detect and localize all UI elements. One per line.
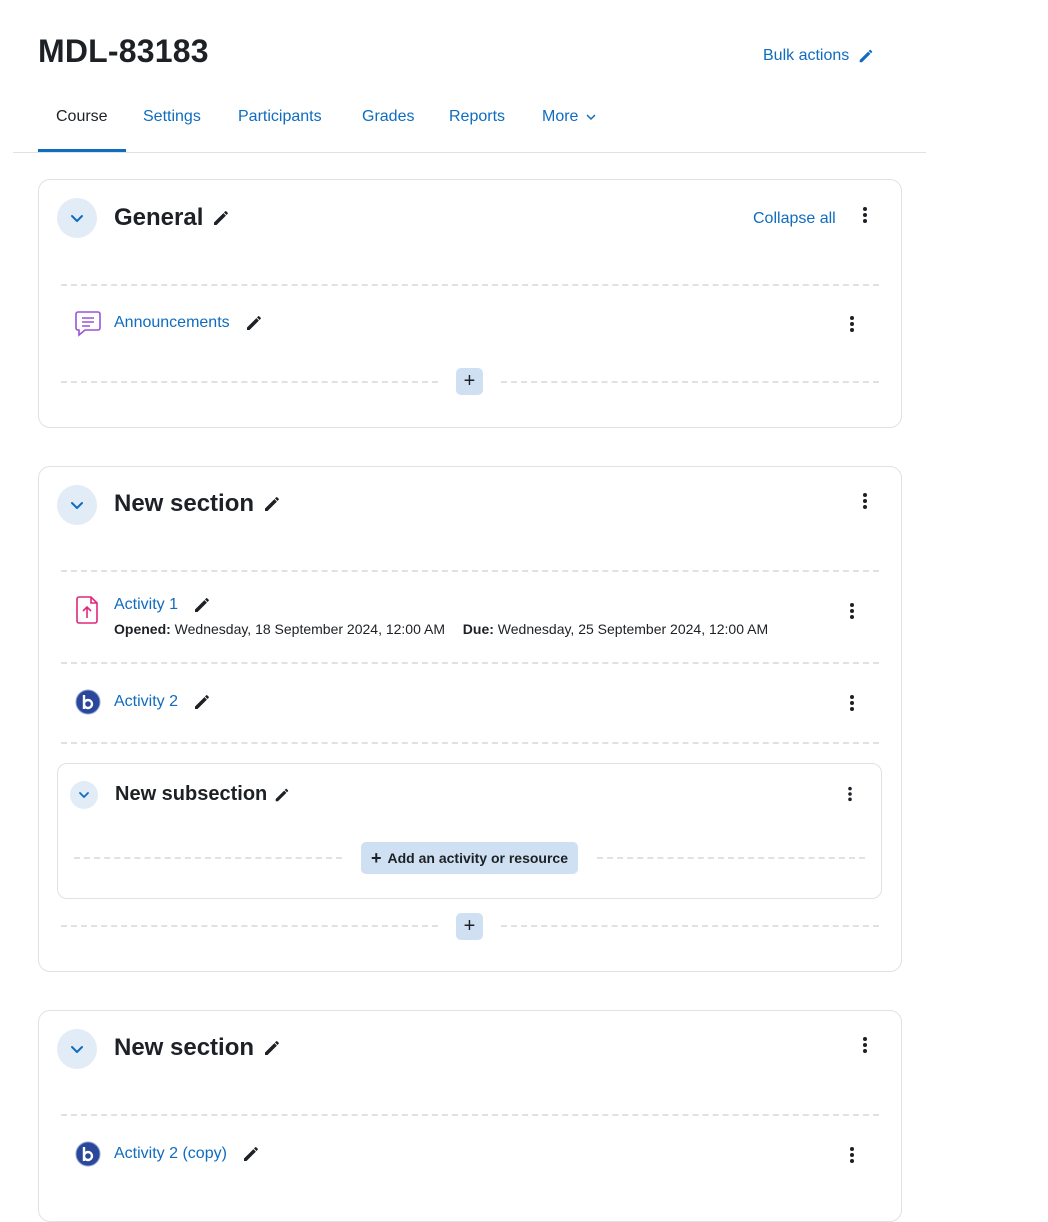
section-menu-button[interactable] — [855, 1033, 875, 1057]
divider — [61, 662, 879, 664]
activity-item: Activity 2 — [39, 685, 901, 721]
section-menu-button[interactable] — [855, 489, 875, 513]
activity-link[interactable]: Activity 2 (copy) — [114, 1144, 261, 1164]
course-secondary-nav: Course Settings Participants Grades Repo… — [13, 96, 926, 153]
section-collapse-button[interactable] — [57, 485, 97, 525]
subsection-collapse-button[interactable] — [70, 781, 98, 809]
course-section-general: General Collapse all Announcements + — [38, 179, 902, 428]
course-section: New section Activity 1 Opened: Wednesday… — [38, 466, 902, 972]
divider — [61, 742, 879, 744]
chevron-down-icon — [79, 792, 89, 798]
tab-grades[interactable]: Grades — [362, 108, 414, 126]
edit-title-icon[interactable] — [262, 494, 282, 514]
tab-course[interactable]: Course — [56, 108, 108, 126]
section-title: New section — [114, 490, 282, 518]
section-menu-button[interactable] — [855, 203, 875, 227]
activity-menu-button[interactable] — [842, 312, 862, 336]
add-activity-button[interactable]: + Add an activity or resource — [361, 842, 578, 874]
edit-activity-icon[interactable] — [192, 595, 212, 615]
kebab-menu-icon — [863, 207, 867, 223]
course-section: New section Activity 2 (copy) — [38, 1010, 902, 1222]
activity-menu-button[interactable] — [842, 599, 862, 623]
bigbluebutton-icon — [74, 1140, 102, 1168]
kebab-menu-icon — [863, 1037, 867, 1053]
opened-date: Wednesday, 18 September 2024, 12:00 AM — [174, 621, 445, 637]
plus-icon: + — [463, 915, 476, 937]
tab-more-label: More — [542, 108, 579, 125]
divider — [501, 925, 879, 927]
due-label: Due: — [462, 621, 494, 637]
activity-link[interactable]: Activity 1 — [114, 595, 212, 615]
subsection-title-text: New subsection — [115, 783, 268, 805]
divider — [597, 857, 865, 859]
divider — [61, 284, 879, 286]
activity-menu-button[interactable] — [842, 1143, 862, 1167]
divider — [61, 925, 438, 927]
collapse-all-link[interactable]: Collapse all — [753, 210, 836, 228]
divider — [61, 570, 879, 572]
bigbluebutton-icon — [74, 688, 102, 716]
plus-icon: + — [463, 370, 476, 392]
kebab-menu-icon — [848, 786, 852, 802]
tab-reports[interactable]: Reports — [449, 108, 505, 126]
section-collapse-button[interactable] — [57, 1029, 97, 1069]
edit-activity-icon[interactable] — [241, 1144, 261, 1164]
kebab-menu-icon — [850, 1147, 854, 1163]
tab-participants[interactable]: Participants — [238, 108, 322, 126]
edit-title-icon[interactable] — [273, 786, 291, 804]
subsection-menu-button[interactable] — [840, 782, 860, 806]
kebab-menu-icon — [850, 695, 854, 711]
edit-title-icon[interactable] — [211, 208, 231, 228]
pencil-icon — [859, 49, 873, 63]
forum-icon — [74, 309, 102, 337]
bulk-actions-label: Bulk actions — [763, 47, 850, 64]
kebab-menu-icon — [850, 603, 854, 619]
activity-name: Activity 2 — [114, 693, 179, 710]
edit-title-icon[interactable] — [262, 1038, 282, 1058]
active-tab-indicator — [38, 149, 126, 152]
plus-icon: + — [370, 847, 382, 868]
bulk-actions-button[interactable]: Bulk actions — [763, 47, 875, 65]
edit-activity-icon[interactable] — [192, 692, 212, 712]
add-content-button[interactable]: + — [456, 368, 483, 395]
activity-item: Activity 1 Opened: Wednesday, 18 Septemb… — [39, 591, 901, 641]
due-date: Wednesday, 25 September 2024, 12:00 AM — [497, 621, 769, 637]
section-title-text: New section — [114, 490, 255, 517]
section-title: New section — [114, 1034, 282, 1062]
edit-activity-icon[interactable] — [244, 313, 264, 333]
subsection-title: New subsection — [115, 783, 291, 806]
add-content-button[interactable]: + — [456, 913, 483, 940]
tab-more[interactable]: More — [542, 108, 596, 126]
divider — [61, 381, 438, 383]
section-title: General — [114, 204, 231, 232]
kebab-menu-icon — [863, 493, 867, 509]
add-activity-label: Add an activity or resource — [387, 850, 569, 866]
activity-item: Announcements — [39, 305, 901, 345]
section-title-text: General — [114, 204, 204, 231]
section-collapse-button[interactable] — [57, 198, 97, 238]
chevron-down-icon — [71, 215, 83, 222]
assignment-icon — [74, 596, 102, 624]
divider — [61, 1114, 879, 1116]
chevron-down-icon — [586, 114, 596, 120]
activity-link[interactable]: Activity 2 — [114, 692, 212, 712]
activity-item: Activity 2 (copy) — [39, 1137, 901, 1173]
activity-dates: Opened: Wednesday, 18 September 2024, 12… — [114, 621, 768, 637]
kebab-menu-icon — [850, 316, 854, 332]
divider — [501, 381, 879, 383]
activity-link[interactable]: Announcements — [114, 313, 264, 333]
opened-label: Opened: — [114, 621, 171, 637]
divider — [74, 857, 342, 859]
section-title-text: New section — [114, 1034, 255, 1061]
tab-settings[interactable]: Settings — [143, 108, 201, 126]
activity-name: Activity 2 (copy) — [114, 1145, 227, 1162]
subsection: New subsection + Add an activity or reso… — [57, 763, 882, 899]
activity-menu-button[interactable] — [842, 691, 862, 715]
page-title: MDL-83183 — [38, 33, 209, 69]
activity-name: Announcements — [114, 314, 230, 331]
chevron-down-icon — [71, 1046, 83, 1053]
chevron-down-icon — [71, 502, 83, 509]
activity-name: Activity 1 — [114, 596, 179, 613]
